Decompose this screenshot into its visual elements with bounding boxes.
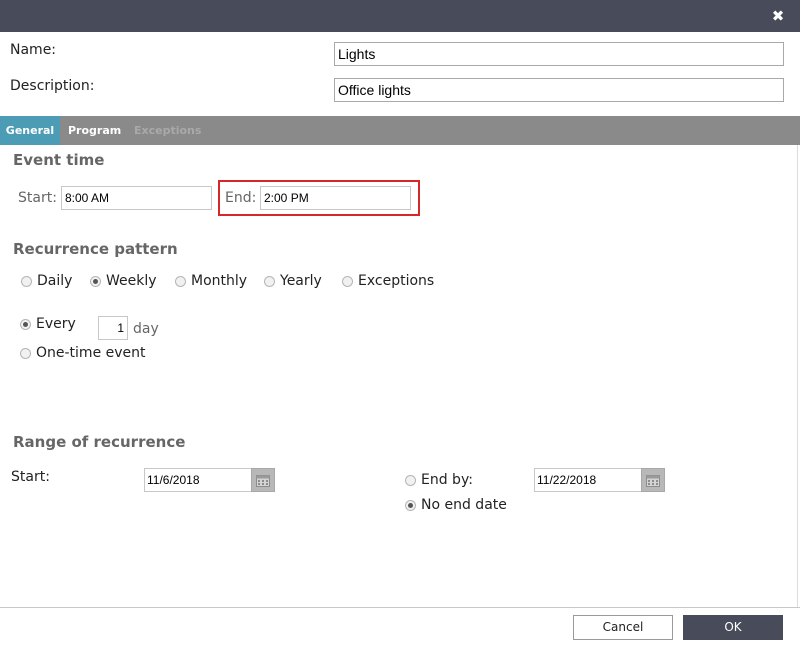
name-label: Name: — [10, 42, 57, 58]
calendar-icon — [646, 474, 660, 487]
start-time-input[interactable] — [61, 186, 212, 210]
tab-general[interactable]: General — [0, 116, 60, 145]
recurrence-daily-option[interactable]: Daily — [21, 273, 72, 289]
radio-label-daily: Daily — [37, 273, 73, 289]
radio-daily[interactable] — [21, 275, 32, 287]
description-label: Description: — [10, 78, 95, 94]
tab-bar: General Program Exceptions — [0, 116, 800, 145]
range-start-date-input[interactable] — [144, 468, 252, 492]
recurrence-weekly-option[interactable]: Weekly — [90, 273, 157, 289]
end-time-input[interactable] — [260, 186, 411, 210]
radio-monthly[interactable] — [175, 275, 186, 287]
every-interval-input[interactable] — [98, 316, 128, 340]
every-label: Every — [36, 316, 76, 332]
radio-label-weekly: Weekly — [106, 273, 157, 289]
start-time-label: Start: — [18, 190, 57, 206]
radio-exceptions[interactable] — [342, 275, 353, 287]
end-by-option[interactable]: End by: — [405, 472, 473, 488]
radio-label-monthly: Monthly — [191, 273, 248, 289]
close-icon: ✖ — [771, 7, 785, 25]
range-of-recurrence-title: Range of recurrence — [13, 433, 186, 451]
radio-yearly[interactable] — [264, 275, 275, 287]
recurrence-exceptions-option[interactable]: Exceptions — [342, 273, 434, 289]
no-end-date-label: No end date — [421, 497, 507, 513]
dialog-titlebar: ✖ — [0, 0, 800, 32]
recurrence-monthly-option[interactable]: Monthly — [175, 273, 247, 289]
every-option[interactable]: Every — [20, 316, 76, 332]
tab-exceptions: Exceptions — [134, 124, 202, 137]
name-input[interactable] — [334, 42, 784, 66]
end-time-label: End: — [225, 190, 257, 206]
one-time-event-label: One-time event — [36, 345, 146, 361]
radio-label-yearly: Yearly — [280, 273, 322, 289]
description-input[interactable] — [334, 78, 784, 102]
no-end-date-option[interactable]: No end date — [405, 497, 507, 513]
range-end-calendar-button[interactable] — [641, 468, 665, 492]
one-time-event-option[interactable]: One-time event — [20, 345, 146, 361]
ok-button[interactable]: OK — [683, 615, 783, 640]
end-by-label: End by: — [421, 472, 473, 488]
radio-one-time[interactable] — [20, 347, 31, 359]
radio-every[interactable] — [20, 318, 31, 330]
event-time-title: Event time — [13, 151, 105, 169]
close-button[interactable]: ✖ — [770, 8, 786, 24]
radio-label-exceptions: Exceptions — [358, 273, 435, 289]
radio-no-end-date[interactable] — [405, 499, 416, 511]
radio-weekly[interactable] — [90, 275, 101, 287]
range-start-calendar-button[interactable] — [251, 468, 275, 492]
range-start-label: Start: — [11, 469, 50, 485]
footer-divider — [0, 607, 800, 608]
radio-end-by[interactable] — [405, 474, 416, 486]
day-unit-label: day — [133, 321, 159, 337]
recurrence-yearly-option[interactable]: Yearly — [264, 273, 322, 289]
recurrence-pattern-title: Recurrence pattern — [13, 240, 178, 258]
cancel-button[interactable]: Cancel — [573, 615, 673, 640]
tab-program[interactable]: Program — [60, 116, 129, 145]
calendar-icon — [256, 474, 270, 487]
range-end-date-input[interactable] — [534, 468, 642, 492]
